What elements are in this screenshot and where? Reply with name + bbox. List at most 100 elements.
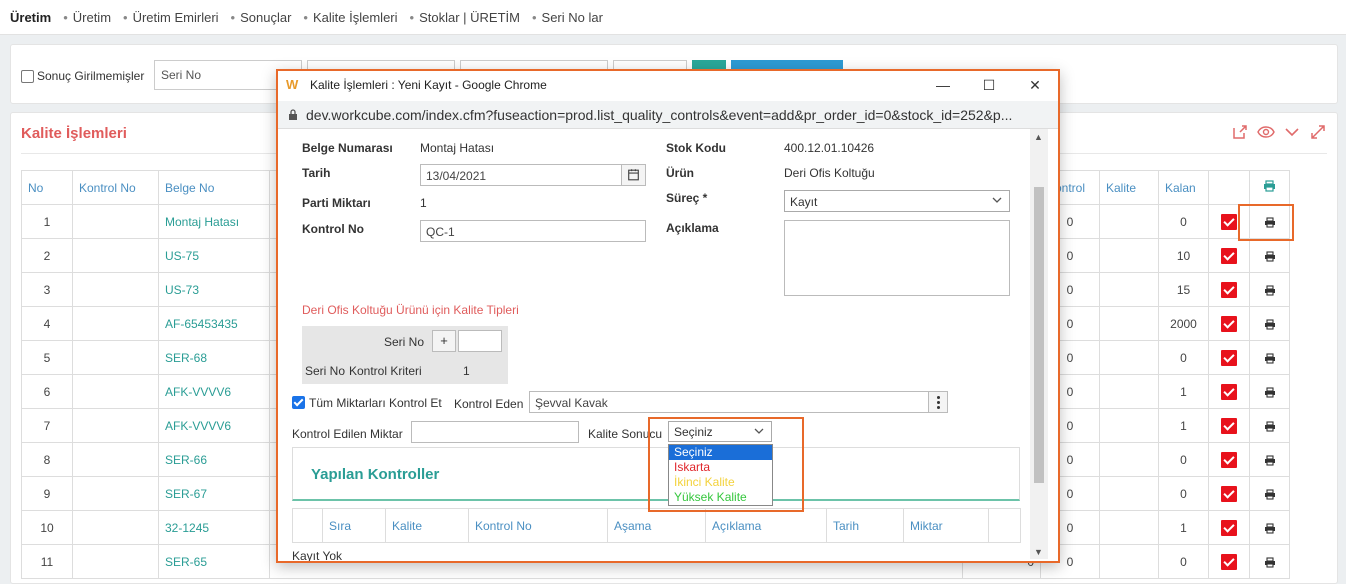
chevron-down-icon[interactable] (1283, 123, 1301, 141)
printer-icon[interactable] (1264, 387, 1276, 398)
printer-icon[interactable] (1264, 523, 1276, 534)
all-quantities-checkbox[interactable] (292, 396, 305, 409)
nav-item-seri-no[interactable]: • Seri No lar (532, 10, 603, 25)
popup-scrollbar[interactable]: ▲ ▼ (1030, 129, 1048, 559)
row-print[interactable] (1249, 544, 1290, 579)
nav-item-uretim-emirleri[interactable]: • Üretim Emirleri (123, 10, 219, 25)
printer-icon[interactable] (1264, 353, 1276, 364)
row-belge-no[interactable]: Montaj Hatası (158, 204, 270, 239)
col-kalan[interactable]: Kalan (1158, 170, 1209, 205)
checked-icon[interactable] (1221, 451, 1237, 468)
row-check[interactable] (1208, 238, 1250, 273)
col-no[interactable]: No (21, 170, 73, 205)
export-icon[interactable] (1231, 123, 1249, 141)
scroll-thumb[interactable] (1034, 187, 1044, 483)
checked-icon[interactable] (1221, 315, 1237, 332)
sub-col-aciklama[interactable]: Açıklama (705, 508, 827, 543)
printer-icon[interactable] (1264, 319, 1276, 330)
nav-item-uretim[interactable]: • Üretim (63, 10, 111, 25)
row-belge-no[interactable]: AFK-VVVV6 (158, 374, 270, 409)
col-belge-no[interactable]: Belge No (158, 170, 270, 205)
kontrol-edilen-miktar-input[interactable] (411, 421, 579, 443)
kontrol-no-input[interactable]: QC-1 (420, 220, 646, 242)
row-print[interactable] (1249, 442, 1290, 477)
row-check[interactable] (1208, 374, 1250, 409)
row-check[interactable] (1208, 510, 1250, 545)
more-options-icon[interactable] (928, 391, 948, 413)
row-no: 5 (21, 340, 73, 375)
close-icon[interactable]: ✕ (1012, 71, 1058, 99)
row-belge-no[interactable]: US-73 (158, 272, 270, 307)
checked-icon[interactable] (1221, 281, 1237, 298)
row-print[interactable] (1249, 340, 1290, 375)
sub-col-sira[interactable]: Sıra (322, 508, 386, 543)
maximize-icon[interactable]: ☐ (966, 71, 1012, 99)
row-belge-no[interactable]: SER-65 (158, 544, 270, 579)
sub-col-kalite[interactable]: Kalite (385, 508, 469, 543)
row-print[interactable] (1249, 476, 1290, 511)
printer-icon[interactable] (1264, 489, 1276, 500)
checked-icon[interactable] (1221, 247, 1237, 264)
sub-col-miktar[interactable]: Miktar (903, 508, 989, 543)
nav-item-kalite-islemleri[interactable]: • Kalite İşlemleri (303, 10, 397, 25)
row-check[interactable] (1208, 476, 1250, 511)
row-check[interactable] (1208, 272, 1250, 307)
sub-col-kontrol-no[interactable]: Kontrol No (468, 508, 608, 543)
col-kalite[interactable]: Kalite (1099, 170, 1159, 205)
url-bar[interactable]: dev.workcube.com/index.cfm?fuseaction=pr… (278, 101, 1058, 129)
row-check[interactable] (1208, 340, 1250, 375)
scroll-up-icon[interactable]: ▲ (1034, 132, 1043, 142)
url-text[interactable]: dev.workcube.com/index.cfm?fuseaction=pr… (306, 107, 1012, 123)
printer-icon[interactable] (1264, 285, 1276, 296)
row-print[interactable] (1249, 238, 1290, 273)
row-print[interactable] (1249, 374, 1290, 409)
col-print[interactable] (1249, 170, 1290, 205)
row-print[interactable] (1249, 408, 1290, 443)
row-belge-no[interactable]: SER-67 (158, 476, 270, 511)
printer-icon[interactable] (1264, 421, 1276, 432)
printer-icon[interactable] (1264, 557, 1276, 568)
unresolved-filter-checkbox[interactable]: Sonuç Girilmemişler (21, 69, 144, 83)
add-serial-button[interactable]: + (432, 330, 456, 352)
printer-icon[interactable] (1264, 455, 1276, 466)
eye-icon[interactable] (1257, 123, 1275, 141)
row-check[interactable] (1208, 544, 1250, 579)
nav-item-uretim-home[interactable]: Üretim (10, 10, 51, 25)
nav-item-sonuclar[interactable]: • Sonuçlar (231, 10, 292, 25)
row-print[interactable] (1249, 306, 1290, 341)
row-belge-no[interactable]: US-75 (158, 238, 270, 273)
checked-icon[interactable] (1221, 383, 1237, 400)
row-belge-no[interactable]: SER-66 (158, 442, 270, 477)
checked-icon[interactable] (1221, 349, 1237, 366)
row-check[interactable] (1208, 442, 1250, 477)
surec-select[interactable]: Kayıt (784, 190, 1010, 212)
row-check[interactable] (1208, 408, 1250, 443)
printer-icon[interactable] (1263, 180, 1276, 192)
serial-input[interactable] (458, 330, 502, 352)
row-belge-no[interactable]: SER-68 (158, 340, 270, 375)
printer-icon[interactable] (1264, 251, 1276, 262)
checked-icon[interactable] (1221, 485, 1237, 502)
row-print[interactable] (1249, 510, 1290, 545)
row-print[interactable] (1249, 272, 1290, 307)
checked-icon[interactable] (1221, 417, 1237, 434)
minimize-icon[interactable]: — (920, 71, 966, 99)
sub-col-tarih[interactable]: Tarih (826, 508, 904, 543)
nav-item-stoklar[interactable]: • Stoklar | ÜRETİM (410, 10, 520, 25)
row-belge-no[interactable]: AFK-VVVV6 (158, 408, 270, 443)
row-belge-no[interactable]: AF-65453435 (158, 306, 270, 341)
checked-icon[interactable] (1221, 553, 1237, 570)
col-kontrol-no[interactable]: Kontrol No (72, 170, 159, 205)
tarih-input[interactable]: 13/04/2021 (420, 164, 646, 186)
checked-icon[interactable] (1221, 213, 1237, 230)
sub-col-asama[interactable]: Aşama (607, 508, 706, 543)
checked-icon[interactable] (1221, 519, 1237, 536)
calendar-icon[interactable] (621, 165, 645, 185)
scroll-down-icon[interactable]: ▼ (1034, 547, 1043, 557)
kontrol-eden-input[interactable]: Şevval Kavak (529, 391, 929, 413)
aciklama-textarea[interactable] (784, 220, 1010, 296)
checkbox-box[interactable] (21, 69, 34, 83)
row-belge-no[interactable]: 32-1245 (158, 510, 270, 545)
row-check[interactable] (1208, 306, 1250, 341)
expand-icon[interactable] (1309, 123, 1327, 141)
